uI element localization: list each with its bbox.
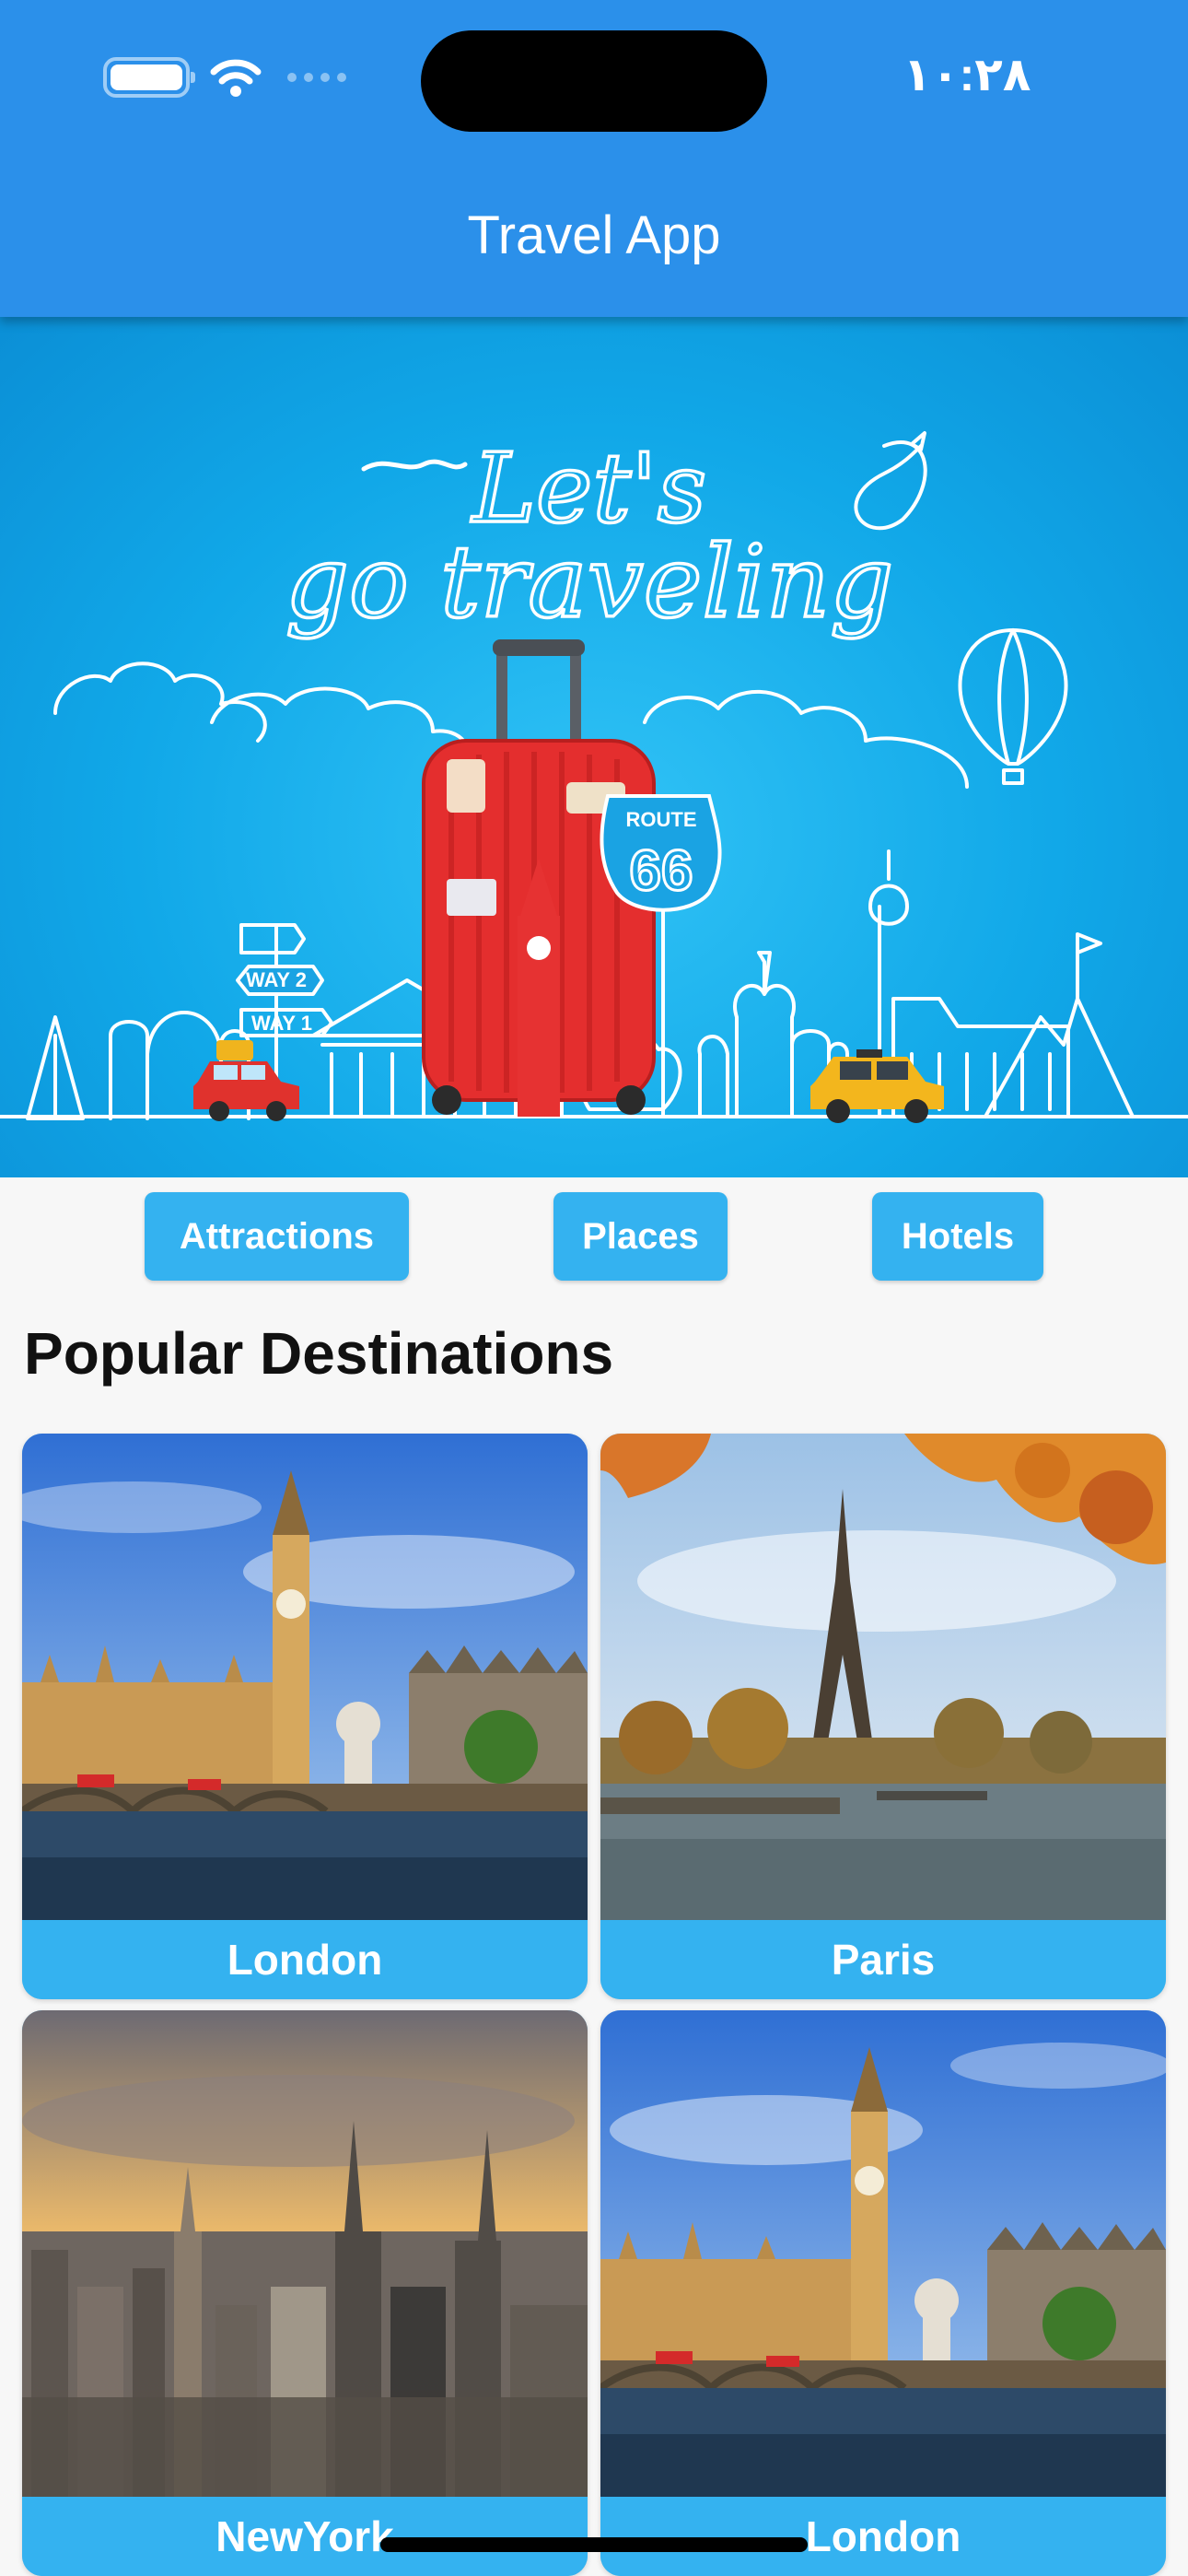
destination-card-paris[interactable]: Paris xyxy=(600,1434,1166,1999)
route-number: 66 xyxy=(630,839,693,903)
london-photo xyxy=(600,2010,1166,2497)
newyork-photo xyxy=(22,2010,588,2497)
red-car-illustration xyxy=(193,1040,299,1121)
cellular-signal-icon xyxy=(287,73,346,82)
battery-icon xyxy=(103,57,195,98)
destination-name: London xyxy=(600,2497,1166,2576)
destination-card-london[interactable]: London xyxy=(22,1434,588,1999)
hero-tagline-line2: go traveling xyxy=(285,525,894,640)
page-title: Travel App xyxy=(467,205,721,265)
hero-banner: Let's go traveling WAY 2 WAY 1 ROUTE 66 xyxy=(0,317,1188,1177)
attractions-button[interactable]: Attractions xyxy=(145,1192,409,1281)
destination-name: London xyxy=(22,1920,588,1999)
sign-way1: WAY 1 xyxy=(251,1012,312,1035)
section-title: Popular Destinations xyxy=(24,1320,614,1387)
app-bar: ١٠:٢٨ Travel App xyxy=(0,0,1188,317)
paris-photo xyxy=(600,1434,1166,1920)
status-bar-left xyxy=(103,57,346,98)
hotels-button[interactable]: Hotels xyxy=(872,1192,1043,1281)
dynamic-island xyxy=(421,30,767,132)
category-tabs: Attractions Places Hotels xyxy=(0,1192,1188,1281)
home-indicator[interactable] xyxy=(380,2537,808,2552)
status-time: ١٠:٢٨ xyxy=(903,49,1031,100)
places-button[interactable]: Places xyxy=(553,1192,728,1281)
wifi-icon xyxy=(210,59,262,97)
destination-card-london-2[interactable]: London xyxy=(600,2010,1166,2576)
route-label: ROUTE xyxy=(626,808,697,831)
sign-way2: WAY 2 xyxy=(246,968,307,991)
destination-name: Paris xyxy=(600,1920,1166,1999)
london-photo xyxy=(22,1434,588,1920)
destination-name: NewYork xyxy=(22,2497,588,2576)
route-66-sign: ROUTE 66 xyxy=(600,794,722,912)
destination-card-newyork[interactable]: NewYork xyxy=(22,2010,588,2576)
